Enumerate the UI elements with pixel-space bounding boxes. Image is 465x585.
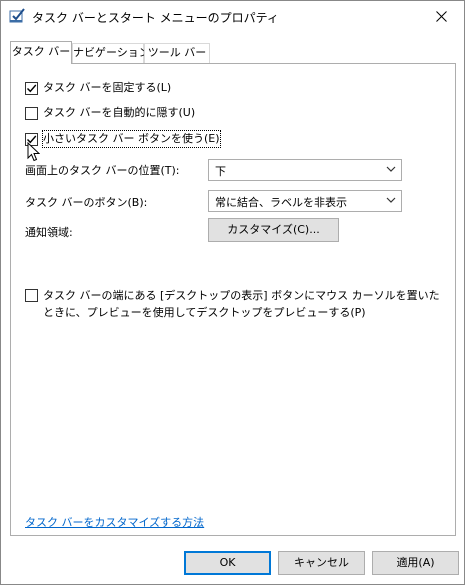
tab-navigation[interactable]: ナビゲーション [72,43,150,63]
checkmark-icon [27,135,37,144]
close-button[interactable] [418,1,464,32]
buttons-value: 常に結合、ラベルを非表示 [215,196,347,209]
position-label: 画面上のタスク バーの位置(T): [25,164,180,177]
small-buttons-option[interactable]: 小さいタスク バー ボタンを使う(E) [25,130,221,148]
position-value: 下 [215,165,226,178]
apply-button[interactable]: 適用(A) [372,551,459,575]
lock-taskbar-checkbox[interactable] [25,82,38,95]
auto-hide-option[interactable]: タスク バーを自動的に隠す(U) [25,105,195,121]
small-buttons-checkbox[interactable] [25,133,38,146]
tab-panel: タスク バーを固定する(L) タスク バーを自動的に隠す(U) 小さいタスク バ… [10,63,456,536]
checkmark-icon [27,84,37,93]
customize-button[interactable]: カスタマイズ(C)... [208,218,339,242]
notify-label: 通知領域: [25,226,73,239]
peek-label: タスク バーの端にある [デスクトップの表示] ボタンにマウス カーソルを置いた… [43,289,440,319]
title-bar[interactable]: タスク バーとスタート メニューのプロパティ [1,1,464,32]
taskbar-properties-icon [9,8,25,24]
close-icon [435,11,447,22]
window-title: タスク バーとスタート メニューのプロパティ [32,11,279,25]
lock-taskbar-label: タスク バーを固定する(L) [43,81,172,94]
lock-taskbar-option[interactable]: タスク バーを固定する(L) [25,80,171,96]
tab-toolbars[interactable]: ツール バー [144,43,210,63]
small-buttons-label: 小さいタスク バー ボタンを使う(E) [42,130,221,148]
peek-option[interactable]: タスク バーの端にある [デスクトップの表示] ボタンにマウス カーソルを置いた… [25,287,443,321]
chevron-down-icon [386,197,396,203]
cancel-button[interactable]: キャンセル [278,551,365,575]
ok-button[interactable]: OK [184,551,271,575]
taskbar-properties-dialog: タスク バーとスタート メニューのプロパティ タスク バー ナビゲーション ツー… [0,0,465,585]
buttons-dropdown[interactable]: 常に結合、ラベルを非表示 [208,190,402,212]
tab-taskbar[interactable]: タスク バー [10,41,72,64]
auto-hide-label: タスク バーを自動的に隠す(U) [43,106,196,119]
auto-hide-checkbox[interactable] [25,107,38,120]
position-dropdown[interactable]: 下 [208,159,402,181]
peek-checkbox[interactable] [25,289,38,302]
chevron-down-icon [386,166,396,172]
help-link[interactable]: タスク バーをカスタマイズする方法 [25,514,204,530]
buttons-label: タスク バーのボタン(B): [25,196,148,209]
